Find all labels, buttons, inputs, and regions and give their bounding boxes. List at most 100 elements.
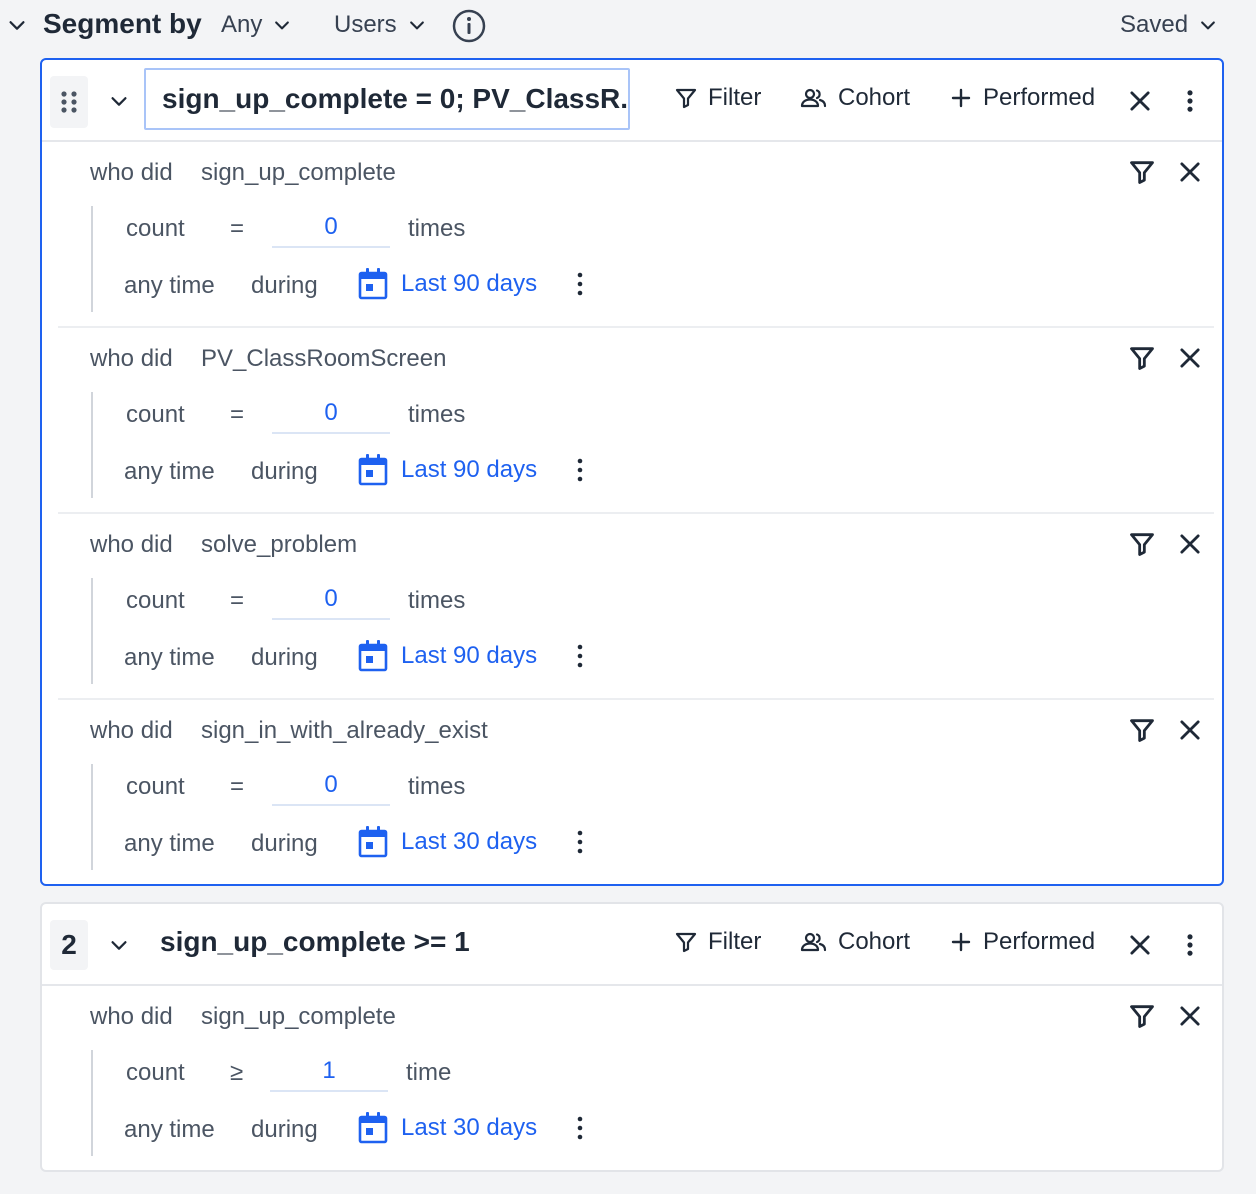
kebab-icon[interactable] — [1176, 87, 1204, 115]
any-time-selector[interactable]: any time — [124, 1116, 215, 1144]
count-value-input[interactable]: 0 — [272, 764, 390, 806]
filter-icon — [675, 88, 697, 109]
calendar-icon — [358, 454, 388, 486]
kebab-icon[interactable] — [570, 1114, 590, 1142]
performed-button[interactable]: Performed — [949, 84, 1095, 112]
count-selector[interactable]: count — [126, 401, 185, 429]
condition-row: who did sign_in_with_already_exist count… — [58, 700, 1214, 886]
event-name[interactable]: solve_problem — [201, 531, 357, 559]
calendar-icon — [358, 1112, 388, 1144]
filter-button[interactable]: Filter — [674, 928, 761, 956]
during-label: during — [251, 1116, 318, 1143]
calendar-icon — [358, 826, 388, 858]
close-icon[interactable] — [1126, 931, 1154, 959]
close-icon[interactable] — [1176, 1002, 1204, 1030]
kebab-icon[interactable] — [570, 642, 590, 670]
performed-button[interactable]: Performed — [949, 928, 1095, 956]
times-label: time — [406, 1059, 452, 1086]
chevron-down-icon[interactable] — [6, 14, 28, 36]
count-value-input[interactable]: 0 — [272, 392, 390, 434]
event-name[interactable]: sign_in_with_already_exist — [201, 717, 488, 745]
count-selector[interactable]: count — [126, 215, 185, 243]
segment-by-title: Segment by — [43, 8, 202, 39]
during-label: during — [251, 458, 318, 485]
chevron-down-icon[interactable] — [108, 90, 130, 112]
times-label: times — [408, 401, 466, 428]
filter-icon[interactable] — [1128, 716, 1156, 744]
condition-indent-line — [91, 1050, 93, 1156]
who-did-label: who did — [90, 1003, 173, 1030]
any-time-selector[interactable]: any time — [124, 272, 215, 300]
close-icon[interactable] — [1176, 530, 1204, 558]
date-range-label: Last 30 days — [401, 828, 538, 855]
plus-icon — [951, 932, 971, 952]
condition-row: who did sign_up_complete count = 0 times… — [58, 142, 1214, 328]
times-label: times — [408, 773, 466, 800]
who-did-label: who did — [90, 345, 173, 372]
close-icon[interactable] — [1176, 158, 1204, 186]
count-selector[interactable]: count — [126, 587, 185, 615]
who-did-label: who did — [90, 717, 173, 744]
count-selector[interactable]: count — [126, 773, 185, 801]
users-dropdown[interactable]: Users — [334, 11, 427, 39]
operator-selector[interactable]: = — [230, 215, 244, 243]
segment-name-input[interactable]: sign_up_complete = 0; PV_ClassR... — [144, 68, 630, 130]
kebab-icon[interactable] — [1176, 931, 1204, 959]
operator-selector[interactable]: = — [230, 401, 244, 429]
segment-name[interactable]: sign_up_complete >= 1 — [160, 926, 470, 958]
count-value-input[interactable]: 0 — [272, 578, 390, 620]
cohort-button[interactable]: Cohort — [800, 84, 910, 112]
filter-label: Filter — [708, 928, 762, 955]
date-range-picker[interactable]: Last 30 days — [357, 1108, 537, 1148]
condition-row: who did sign_up_complete count ≥ 1 time … — [58, 986, 1214, 1172]
info-icon[interactable] — [452, 9, 486, 43]
date-range-picker[interactable]: Last 90 days — [357, 264, 537, 304]
condition-indent-line — [91, 206, 93, 312]
segment-number[interactable]: 2 — [50, 920, 88, 970]
date-range-picker[interactable]: Last 30 days — [357, 822, 537, 862]
filter-icon[interactable] — [1128, 530, 1156, 558]
segment-card-1: sign_up_complete = 0; PV_ClassR... Filte… — [40, 58, 1224, 886]
date-range-label: Last 90 days — [401, 270, 538, 297]
any-time-selector[interactable]: any time — [124, 830, 215, 858]
event-name[interactable]: sign_up_complete — [201, 159, 396, 187]
operator-selector[interactable]: = — [230, 587, 244, 615]
users-dropdown-label: Users — [334, 11, 397, 38]
close-icon[interactable] — [1126, 87, 1154, 115]
filter-button[interactable]: Filter — [674, 84, 761, 112]
cohort-button[interactable]: Cohort — [800, 928, 910, 956]
filter-icon[interactable] — [1128, 158, 1156, 186]
kebab-icon[interactable] — [570, 828, 590, 856]
count-value-input[interactable]: 0 — [272, 206, 390, 248]
close-icon[interactable] — [1176, 344, 1204, 372]
drag-handle[interactable] — [50, 76, 88, 128]
any-time-selector[interactable]: any time — [124, 458, 215, 486]
any-time-selector[interactable]: any time — [124, 644, 215, 672]
filter-icon[interactable] — [1128, 1002, 1156, 1030]
count-value-input[interactable]: 1 — [270, 1050, 388, 1092]
any-dropdown[interactable]: Any — [221, 11, 292, 39]
segment-header: Segment by Any Users Saved — [0, 0, 1256, 52]
count-selector[interactable]: count — [126, 1059, 185, 1087]
operator-selector[interactable]: ≥ — [230, 1059, 243, 1087]
performed-label: Performed — [983, 84, 1096, 111]
cohort-label: Cohort — [838, 928, 911, 955]
filter-icon[interactable] — [1128, 344, 1156, 372]
date-range-picker[interactable]: Last 90 days — [357, 636, 537, 676]
operator-selector[interactable]: = — [230, 773, 244, 801]
saved-dropdown[interactable]: Saved — [1120, 11, 1218, 39]
kebab-icon[interactable] — [570, 456, 590, 484]
who-did-label: who did — [90, 159, 173, 186]
event-name[interactable]: sign_up_complete — [201, 1003, 396, 1031]
condition-indent-line — [91, 392, 93, 498]
chevron-down-icon[interactable] — [108, 934, 130, 956]
filter-label: Filter — [708, 84, 762, 111]
kebab-icon[interactable] — [570, 270, 590, 298]
close-icon[interactable] — [1176, 716, 1204, 744]
chevron-down-icon — [1201, 21, 1215, 30]
date-range-picker[interactable]: Last 90 days — [357, 450, 537, 490]
event-name[interactable]: PV_ClassRoomScreen — [201, 345, 446, 373]
during-label: during — [251, 830, 318, 857]
condition-indent-line — [91, 764, 93, 870]
segment-card-2: 2 sign_up_complete >= 1 Filter Cohort Pe… — [40, 902, 1224, 1172]
